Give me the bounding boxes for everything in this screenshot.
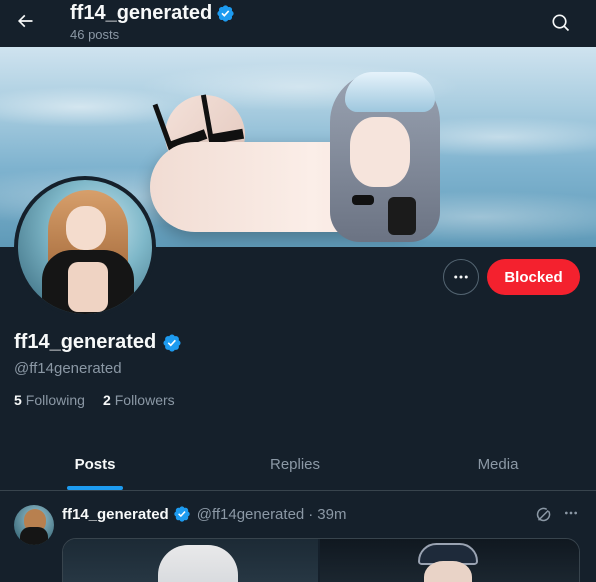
banner-figure-choker	[352, 195, 374, 205]
media-figure	[158, 545, 238, 582]
followers-count: 2	[102, 392, 111, 408]
more-horizontal-icon	[565, 511, 577, 515]
profile-header: ff14_generated 46 posts	[0, 0, 596, 47]
profile-display-name: ff14_generated	[14, 331, 157, 353]
followers-link[interactable]: 2 Followers	[103, 392, 175, 408]
tab-media[interactable]: Media	[400, 438, 596, 490]
header-display-name: ff14_generated	[70, 2, 213, 24]
avatar-skin	[68, 262, 108, 312]
profile-avatar[interactable]	[14, 176, 156, 318]
avatar-face	[66, 206, 106, 250]
grok-button[interactable]	[533, 505, 553, 525]
tab-replies[interactable]: Replies	[190, 438, 400, 490]
more-options-button[interactable]	[443, 259, 479, 295]
following-link[interactable]: 5 Following	[14, 392, 85, 408]
posts-count: 46 posts	[70, 27, 120, 42]
following-count: 5	[14, 392, 22, 408]
profile-handle: @ff14generated	[14, 360, 122, 377]
search-button[interactable]	[544, 6, 578, 40]
verified-badge-icon	[174, 506, 190, 522]
verified-badge-icon	[217, 5, 234, 22]
media-figure-face	[424, 561, 472, 582]
arrow-left-icon	[17, 14, 33, 28]
profile-name-row: ff14_generated	[14, 331, 182, 354]
blocked-button[interactable]: Blocked	[487, 259, 580, 295]
post-header: ff14_generated @ff14generated · 39m	[62, 505, 346, 523]
post-media-image[interactable]	[63, 539, 320, 582]
post-separator: ·	[308, 505, 314, 523]
tab-label: Replies	[269, 455, 321, 473]
profile-tabs: Posts Replies Media	[0, 438, 596, 491]
verified-badge-icon	[163, 333, 181, 352]
grok-icon	[536, 507, 551, 522]
post-media-grid[interactable]	[62, 538, 580, 582]
post-item[interactable]: ff14_generated @ff14generated · 39m	[0, 491, 596, 582]
tab-posts[interactable]: Posts	[0, 438, 190, 490]
tab-label: Media	[477, 455, 519, 473]
post-avatar-outfit	[20, 527, 48, 545]
post-media-image[interactable]	[320, 539, 579, 582]
back-button[interactable]	[8, 4, 42, 38]
post-avatar[interactable]	[14, 505, 54, 545]
banner-figure-hat	[345, 72, 435, 112]
post-author-name[interactable]: ff14_generated	[62, 506, 169, 523]
banner-figure-face	[350, 117, 410, 187]
search-icon	[552, 14, 570, 32]
followers-label: Followers	[114, 392, 175, 408]
post-timestamp[interactable]: 39m	[317, 506, 346, 523]
banner-figure-glove	[388, 197, 416, 235]
tab-label: Posts	[74, 455, 116, 473]
header-title-block: ff14_generated 46 posts	[70, 2, 235, 42]
post-more-button[interactable]	[560, 503, 582, 523]
post-author-handle[interactable]: @ff14generated	[197, 506, 305, 523]
follow-stats: 5 Following 2 Followers	[14, 392, 175, 408]
following-label: Following	[25, 392, 85, 408]
active-tab-indicator	[67, 486, 123, 490]
avatar-image	[18, 180, 152, 314]
more-horizontal-icon	[454, 275, 468, 279]
